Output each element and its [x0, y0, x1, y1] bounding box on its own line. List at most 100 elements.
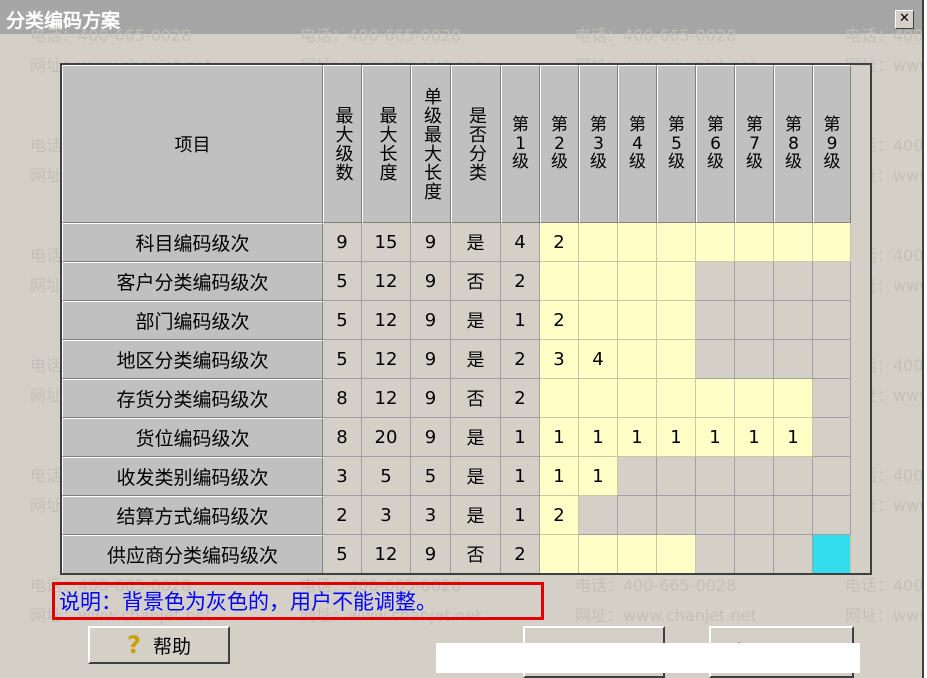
- cell-level-5[interactable]: [657, 301, 696, 340]
- cell-value: 9: [424, 270, 437, 292]
- cell-level-3[interactable]: [579, 223, 618, 262]
- cell-value: 2: [514, 270, 526, 292]
- cell-value: 2: [514, 348, 526, 370]
- cell-level-5[interactable]: [657, 340, 696, 379]
- cell-level-3[interactable]: [579, 535, 618, 573]
- row-item-label: 客户分类编码级次: [116, 272, 269, 294]
- cell-max-length: 12: [362, 340, 411, 379]
- header-level-7: 第7级: [735, 65, 774, 223]
- cell-value: 9: [424, 543, 437, 565]
- row-header: 部门编码级次: [62, 301, 323, 340]
- row-item-label: 收发类别编码级次: [116, 467, 269, 489]
- row-header: 科目编码级次: [62, 223, 323, 262]
- cell-level-5[interactable]: [657, 535, 696, 573]
- cell-level-8[interactable]: [774, 223, 813, 262]
- cell-level-2[interactable]: 2: [540, 301, 579, 340]
- cell-single-max: 9: [411, 301, 451, 340]
- header-level-stack: 第3级: [590, 116, 607, 172]
- cell-value: 9: [424, 231, 437, 253]
- cell-level-3[interactable]: 4: [579, 340, 618, 379]
- cell-single-max: 3: [411, 496, 451, 535]
- cell-value: 9: [424, 348, 437, 370]
- cell-value: 1: [514, 504, 526, 526]
- cell-level-3[interactable]: [579, 379, 618, 418]
- header-item-label: 项目: [174, 135, 211, 156]
- window-title: 分类编码方案: [6, 10, 121, 32]
- cell-level-8[interactable]: 1: [774, 418, 813, 457]
- cell-level-2[interactable]: 3: [540, 340, 579, 379]
- cell-level-4[interactable]: [618, 262, 657, 301]
- cell-value: 9: [424, 387, 437, 409]
- cell-classified: 是: [451, 223, 501, 262]
- title-bar: 分类编码方案 ✕: [0, 0, 922, 34]
- cell-level-4[interactable]: [618, 535, 657, 573]
- cell-level-8[interactable]: [774, 379, 813, 418]
- cell-single-max: 5: [411, 457, 451, 496]
- cell-value: 2: [553, 309, 565, 331]
- cell-value: 15: [374, 231, 398, 253]
- close-button[interactable]: ✕: [895, 10, 914, 29]
- code-scheme-table: 项目 最大级数 最大长度 单级最大长度 是否分类第 1 级第 2 级第 3 级第 4 级第 5 级第 6 级第 7…: [60, 63, 872, 575]
- cell-level-9[interactable]: [813, 223, 851, 262]
- cell-level-9: [813, 496, 851, 535]
- header-level-char: 级: [785, 152, 802, 173]
- header-level-char: 第: [668, 114, 685, 135]
- cell-level-3[interactable]: 1: [579, 457, 618, 496]
- header-level-stack: 第8级: [785, 116, 802, 172]
- cell-level-3[interactable]: [579, 262, 618, 301]
- cell-value: 1: [748, 426, 760, 448]
- cell-classified: 是: [451, 340, 501, 379]
- header-level-number: 6: [710, 133, 721, 154]
- cell-classified: 否: [451, 262, 501, 301]
- cell-level-6[interactable]: 1: [696, 418, 735, 457]
- cell-level-3: [579, 496, 618, 535]
- cell-level-2[interactable]: 1: [540, 457, 579, 496]
- cell-level-4[interactable]: [618, 379, 657, 418]
- cell-level-3[interactable]: 1: [579, 418, 618, 457]
- header-max-levels: 最大级数: [323, 65, 362, 223]
- cell-value: 1: [553, 465, 565, 487]
- cell-value: 8: [336, 387, 348, 409]
- header-level-char: 级: [707, 152, 724, 173]
- cell-level-5[interactable]: [657, 379, 696, 418]
- cell-level-7: [735, 301, 774, 340]
- cell-value: 9: [336, 231, 348, 253]
- cell-level-1: 4: [501, 223, 540, 262]
- cell-level-7[interactable]: 1: [735, 418, 774, 457]
- cell-level-4: [618, 496, 657, 535]
- header-level-stack: 第4级: [629, 116, 646, 172]
- cell-level-2[interactable]: [540, 262, 579, 301]
- cell-level-7[interactable]: [735, 379, 774, 418]
- cell-level-5[interactable]: 1: [657, 418, 696, 457]
- cell-level-2[interactable]: [540, 535, 579, 573]
- cell-level-5[interactable]: [657, 223, 696, 262]
- cell-level-2[interactable]: [540, 379, 579, 418]
- cell-value: 5: [424, 465, 437, 487]
- cell-value: 2: [336, 504, 348, 526]
- cell-level-4[interactable]: [618, 340, 657, 379]
- cell-level-6[interactable]: [696, 223, 735, 262]
- cell-level-4[interactable]: 1: [618, 418, 657, 457]
- cell-level-8: [774, 457, 813, 496]
- cell-level-1: 2: [501, 535, 540, 573]
- cell-level-2[interactable]: 2: [540, 223, 579, 262]
- help-button[interactable]: ? 帮助: [88, 626, 230, 664]
- header-level-stack: 第1级: [512, 116, 529, 172]
- cell-max-length: 12: [362, 262, 411, 301]
- cell-level-8: [774, 496, 813, 535]
- cell-level-6[interactable]: [696, 379, 735, 418]
- cell-level-3[interactable]: [579, 301, 618, 340]
- watermark-text: 网址：www.chanjet.net: [845, 606, 922, 625]
- cell-value: 20: [374, 426, 398, 448]
- cell-level-4[interactable]: [618, 301, 657, 340]
- cell-value: 9: [424, 309, 437, 331]
- cell-level-8: [774, 535, 813, 573]
- cell-level-9[interactable]: [813, 535, 851, 573]
- cell-level-4[interactable]: [618, 223, 657, 262]
- cell-level-2[interactable]: 2: [540, 496, 579, 535]
- cell-level-5[interactable]: [657, 262, 696, 301]
- cell-level-2[interactable]: 1: [540, 418, 579, 457]
- cell-level-7[interactable]: [735, 223, 774, 262]
- header-level-char: 级: [668, 152, 685, 173]
- cell-level-8: [774, 340, 813, 379]
